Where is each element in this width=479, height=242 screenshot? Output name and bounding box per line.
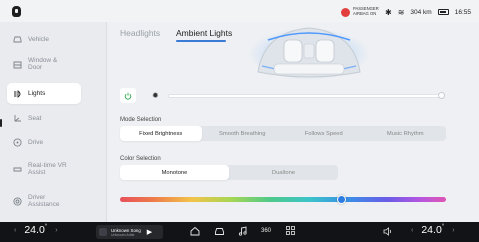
status-icons: PASSENGER AIRBAG ON ✱ ≋ 304 km 16:55 — [340, 5, 471, 19]
apps-grid-icon[interactable] — [286, 226, 295, 237]
sidebar-item-label: Window & Door — [28, 57, 58, 71]
sidebar-item-vr-assist[interactable]: Real-time VR Assist — [12, 162, 82, 176]
airbag-warning-icon — [340, 7, 350, 17]
driver-assistance-icon — [12, 196, 22, 206]
album-art — [99, 228, 107, 236]
seat-icon — [12, 113, 22, 123]
airbag-status: PASSENGER AIRBAG ON — [340, 6, 379, 17]
settings-sidebar: Vehicle Window & Door Lights Seat Drive — [0, 22, 107, 222]
mode-selection-label: Mode Selection — [120, 117, 162, 123]
color-type-monotone[interactable]: Monotone — [120, 165, 229, 180]
range-readout: 304 km — [410, 8, 432, 16]
bottom-dock: ‹ 24.0° › Unknown Song Unknown Artist ▶ … — [0, 222, 479, 242]
wifi-icon: ≋ — [397, 7, 405, 17]
power-icon — [124, 92, 132, 100]
color-type-selector: Monotone Dualtone — [120, 165, 338, 180]
color-selection-label: Color Selection — [120, 156, 161, 162]
screen: PASSENGER AIRBAG ON ✱ ≋ 304 km 16:55 Veh… — [0, 0, 479, 242]
sidebar-item-window-door[interactable]: Window & Door — [12, 57, 82, 71]
tab-ambient-lights[interactable]: Ambient Lights — [176, 28, 232, 38]
temp-decrease-left-button[interactable]: ‹ — [14, 227, 16, 234]
sidebar-item-drive[interactable]: Drive — [12, 137, 82, 147]
car-icon[interactable] — [214, 226, 225, 238]
left-climate-control: ‹ 24.0° › — [14, 224, 58, 236]
temp-decrease-right-button[interactable]: ‹ — [411, 227, 413, 234]
right-temperature[interactable]: 24.0° — [421, 224, 444, 236]
mode-fixed-brightness[interactable]: Fixed Brightness — [120, 126, 202, 141]
sidebar-item-driver-assistance[interactable]: Driver Assistance — [12, 194, 82, 208]
volume-icon[interactable] — [383, 227, 393, 238]
sidebar-item-label: Driver Assistance — [28, 194, 60, 208]
airbag-text: PASSENGER AIRBAG ON — [352, 6, 379, 16]
brightness-icon: ✹ — [152, 91, 159, 100]
camera-360-icon[interactable]: 360 — [261, 228, 271, 234]
media-artist: Unknown Artist — [111, 232, 135, 237]
left-temperature[interactable]: 24.0° — [24, 224, 47, 236]
temp-increase-left-button[interactable]: › — [55, 227, 57, 234]
sidebar-item-label: Seat — [28, 114, 42, 122]
battery-icon — [437, 9, 449, 15]
media-info: Unknown Song Unknown Artist — [111, 228, 141, 237]
ambient-power-button[interactable] — [120, 88, 136, 103]
brightness-slider[interactable] — [168, 92, 445, 99]
sidebar-item-label: Drive — [28, 138, 44, 146]
mode-selector: Fixed Brightness Smooth Breathing Follow… — [120, 126, 446, 141]
temp-increase-right-button[interactable]: › — [452, 227, 454, 234]
media-mini-player[interactable]: Unknown Song Unknown Artist ▶ — [96, 225, 163, 239]
lights-icon — [12, 89, 22, 99]
mode-music-rhythm[interactable]: Music Rhythm — [365, 126, 447, 141]
sidebar-item-label: Real-time VR Assist — [28, 162, 67, 176]
color-type-dualtone[interactable]: Dualtone — [229, 165, 338, 180]
left-temperature-value: 24.0 — [24, 224, 45, 236]
active-indicator — [0, 119, 2, 127]
tab-headlights[interactable]: Headlights — [120, 28, 160, 38]
temp-unit: ° — [441, 224, 445, 230]
brightness-slider-knob[interactable] — [438, 92, 445, 99]
bluetooth-icon: ✱ — [384, 7, 392, 17]
mode-follows-speed[interactable]: Follows Speed — [283, 126, 365, 141]
right-temperature-value: 24.0 — [421, 224, 442, 236]
active-tab-underline — [176, 40, 226, 42]
status-bar: PASSENGER AIRBAG ON ✱ ≋ 304 km 16:55 — [0, 0, 479, 22]
temp-unit: ° — [44, 224, 48, 230]
sidebar-item-seat[interactable]: Seat — [12, 113, 82, 123]
hue-slider-knob[interactable] — [337, 195, 347, 204]
sidebar-item-vehicle[interactable]: Vehicle — [12, 34, 82, 44]
car-interior-illustration — [249, 27, 369, 80]
sidebar-item-lights[interactable]: Lights — [7, 83, 81, 104]
ambient-lights-panel: Headlights Ambient Lights ✹ Mode Selecti… — [108, 22, 479, 222]
clock: 16:55 — [454, 8, 471, 16]
car-icon — [12, 34, 22, 44]
right-climate-control: ‹ 24.0° › — [411, 224, 455, 236]
home-icon[interactable] — [190, 226, 200, 238]
play-icon[interactable]: ▶ — [147, 228, 152, 236]
brand-logo — [12, 6, 21, 17]
sidebar-item-label: Vehicle — [28, 35, 49, 43]
music-icon[interactable] — [238, 226, 248, 238]
sidebar-item-label: Lights — [28, 90, 46, 97]
vr-assist-icon — [12, 164, 22, 174]
steering-wheel-icon — [12, 137, 22, 147]
mode-smooth-breathing[interactable]: Smooth Breathing — [202, 126, 284, 141]
window-door-icon — [12, 59, 22, 69]
hue-slider[interactable] — [120, 195, 446, 204]
